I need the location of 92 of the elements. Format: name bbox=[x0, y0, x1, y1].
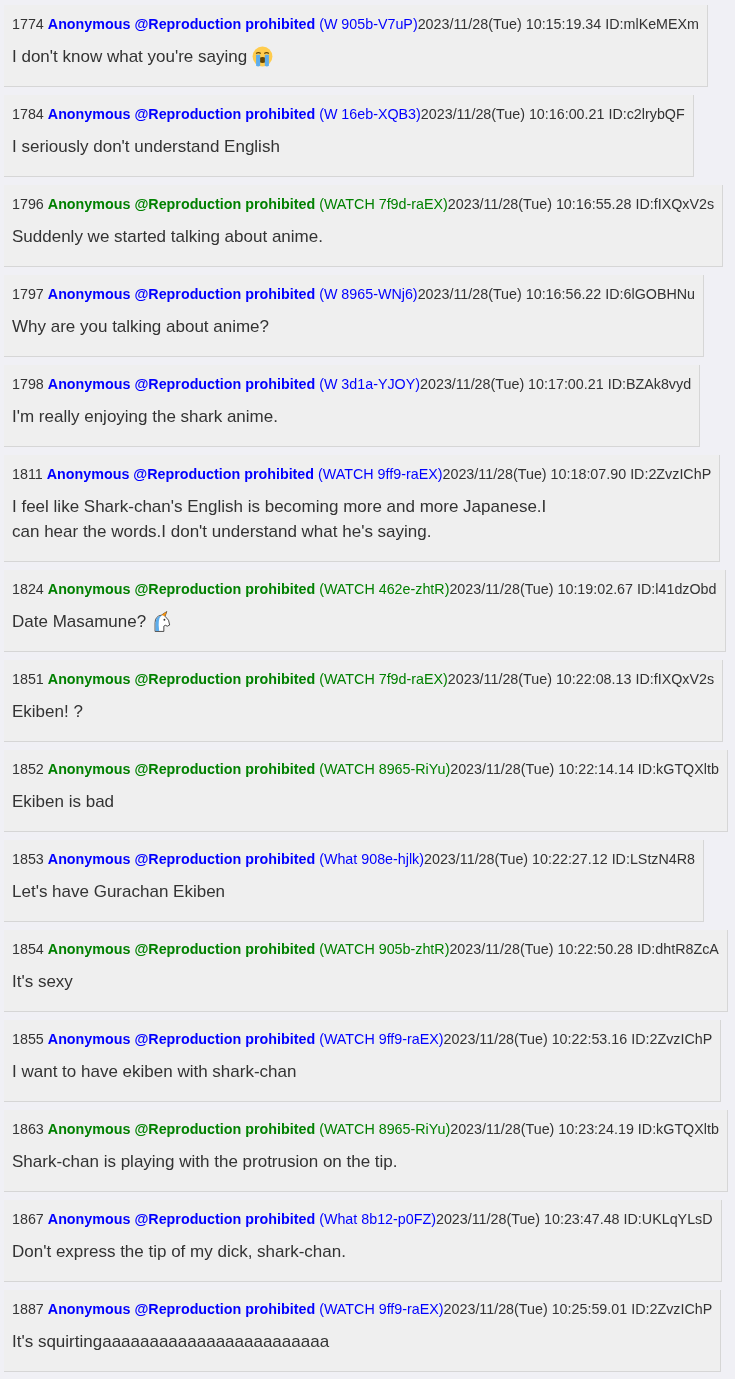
post-number: 1784 bbox=[12, 105, 44, 123]
poster-id: ID:LStzN4R8 bbox=[611, 850, 696, 868]
poster-name: Anonymous @Reproduction prohibited bbox=[47, 105, 316, 123]
poster-tag: (WATCH 7f9d-raEX) bbox=[319, 195, 448, 213]
poster-id: ID:mlKeMEXm bbox=[605, 15, 699, 33]
poster-id: ID:BZAk8vyd bbox=[607, 375, 692, 393]
poster-id: ID:6lGOBHNu bbox=[605, 285, 696, 303]
post-text: It's sexy bbox=[12, 971, 73, 993]
poster-tag: (W 8965-WNj6) bbox=[319, 285, 418, 303]
post-number: 1855 bbox=[12, 1030, 44, 1048]
post-date: 2023/11/28(Tue) 10:22:08.13 bbox=[447, 670, 632, 688]
post-number: 1854 bbox=[12, 940, 44, 958]
post-text: Shark-chan is playing with the protrusion on the tip. bbox=[12, 1151, 398, 1173]
post-text: Date Masamune? bbox=[12, 611, 147, 633]
poster-id: ID:c2lrybQF bbox=[608, 105, 685, 123]
poster-tag: (WATCH 9ff9-raEX) bbox=[318, 465, 443, 483]
post-text: Ekiben! ? bbox=[12, 701, 83, 723]
post-number: 1811 bbox=[12, 465, 43, 483]
post-text: I seriously don't understand English bbox=[12, 136, 280, 158]
poster-name: Anonymous @Reproduction prohibited bbox=[47, 1120, 316, 1138]
poster-name: Anonymous @Reproduction prohibited bbox=[47, 15, 316, 33]
post-number: 1852 bbox=[12, 760, 44, 778]
post-date: 2023/11/28(Tue) 10:23:47.48 bbox=[435, 1210, 620, 1228]
post-text: Why are you talking about anime? bbox=[12, 316, 270, 338]
poster-tag: (W 3d1a-YJOY) bbox=[319, 375, 421, 393]
poster-tag: (WATCH 8965-RiYu) bbox=[319, 1120, 451, 1138]
post-date: 2023/11/28(Tue) 10:22:14.14 bbox=[450, 760, 634, 778]
post-date: 2023/11/28(Tue) 10:16:56.22 bbox=[417, 285, 602, 303]
post-date: 2023/11/28(Tue) 10:23:24.19 bbox=[450, 1120, 634, 1138]
post-text: I don't know what you're saying bbox=[12, 46, 248, 68]
poster-tag: (W 905b-V7uP) bbox=[319, 15, 418, 33]
post-date: 2023/11/28(Tue) 10:16:00.21 bbox=[420, 105, 605, 123]
poster-name: Anonymous @Reproduction prohibited bbox=[47, 760, 316, 778]
post-number: 1797 bbox=[12, 285, 44, 303]
post-text: Don't express the tip of my dick, shark-chan. bbox=[12, 1241, 346, 1263]
unicorn-icon bbox=[151, 611, 173, 632]
poster-id: ID:kGTQXltb bbox=[637, 760, 719, 778]
post-number: 1887 bbox=[12, 1300, 44, 1318]
poster-tag: (WATCH 905b-zhtR) bbox=[319, 940, 450, 958]
post-text: Suddenly we started talking about anime. bbox=[12, 226, 323, 248]
poster-tag: (What 908e-hjlk) bbox=[319, 850, 424, 868]
post-number: 1851 bbox=[12, 670, 44, 688]
post-date: 2023/11/28(Tue) 10:22:50.28 bbox=[449, 940, 634, 958]
post-date: 2023/11/28(Tue) 10:18:07.90 bbox=[442, 465, 627, 483]
crying-face-icon bbox=[252, 46, 274, 67]
poster-name: Anonymous @Reproduction prohibited bbox=[47, 195, 316, 213]
post-number: 1867 bbox=[12, 1210, 44, 1228]
poster-tag: (WATCH 8965-RiYu) bbox=[319, 760, 451, 778]
poster-name: Anonymous @Reproduction prohibited bbox=[47, 670, 316, 688]
poster-tag: (WATCH 9ff9-raEX) bbox=[319, 1030, 444, 1048]
poster-id: ID:UKLqYLsD bbox=[623, 1210, 713, 1228]
poster-tag: (W 16eb-XQB3) bbox=[319, 105, 421, 123]
poster-name: Anonymous @Reproduction prohibited bbox=[46, 465, 315, 483]
poster-id: ID:2ZvzIChP bbox=[631, 1030, 713, 1048]
post-number: 1798 bbox=[12, 375, 44, 393]
poster-name: Anonymous @Reproduction prohibited bbox=[47, 1210, 316, 1228]
post-text: I feel like Shark-chan's English is becoming more and more Japanese.I can hear the words.I don't understand what he's saying. bbox=[12, 496, 547, 543]
post-date: 2023/11/28(Tue) 10:15:19.34 bbox=[417, 15, 602, 33]
poster-name: Anonymous @Reproduction prohibited bbox=[47, 285, 316, 303]
poster-name: Anonymous @Reproduction prohibited bbox=[47, 940, 316, 958]
poster-id: ID:2ZvzIChP bbox=[630, 465, 712, 483]
poster-tag: (WATCH 7f9d-raEX) bbox=[319, 670, 448, 688]
poster-tag: (What 8b12-p0FZ) bbox=[319, 1210, 436, 1228]
post-number: 1853 bbox=[12, 850, 44, 868]
post-text: I'm really enjoying the shark anime. bbox=[12, 406, 278, 428]
poster-tag: (WATCH 9ff9-raEX) bbox=[319, 1300, 444, 1318]
poster-name: Anonymous @Reproduction prohibited bbox=[47, 1300, 316, 1318]
post-date: 2023/11/28(Tue) 10:19:02.67 bbox=[449, 580, 634, 598]
poster-name: Anonymous @Reproduction prohibited bbox=[47, 580, 316, 598]
poster-id: ID:kGTQXltb bbox=[637, 1120, 719, 1138]
post-number: 1863 bbox=[12, 1120, 44, 1138]
post-text: I want to have ekiben with shark-chan bbox=[12, 1061, 297, 1083]
poster-id: ID:2ZvzIChP bbox=[631, 1300, 713, 1318]
post-text: Let's have Gurachan Ekiben bbox=[12, 881, 226, 903]
post-date: 2023/11/28(Tue) 10:16:55.28 bbox=[447, 195, 632, 213]
post-date: 2023/11/28(Tue) 10:22:53.16 bbox=[443, 1030, 628, 1048]
post-text: Ekiben is bad bbox=[12, 791, 115, 813]
post-date: 2023/11/28(Tue) 10:25:59.01 bbox=[443, 1300, 628, 1318]
poster-id: ID:dhtR8ZcA bbox=[637, 940, 719, 958]
poster-id: ID:fIXQxV2s bbox=[635, 670, 715, 688]
post-date: 2023/11/28(Tue) 10:22:27.12 bbox=[424, 850, 608, 868]
post-text: It's squirtingaaaaaaaaaaaaaaaaaaaaaaaa bbox=[12, 1331, 330, 1353]
post-number: 1774 bbox=[12, 15, 44, 33]
poster-name: Anonymous @Reproduction prohibited bbox=[47, 850, 316, 868]
post-number: 1824 bbox=[12, 580, 44, 598]
poster-id: ID:l41dzObd bbox=[637, 580, 717, 598]
poster-name: Anonymous @Reproduction prohibited bbox=[47, 1030, 316, 1048]
post-number: 1796 bbox=[12, 195, 44, 213]
poster-id: ID:fIXQxV2s bbox=[635, 195, 715, 213]
poster-tag: (WATCH 462e-zhtR) bbox=[319, 580, 450, 598]
poster-name: Anonymous @Reproduction prohibited bbox=[47, 375, 316, 393]
post-date: 2023/11/28(Tue) 10:17:00.21 bbox=[420, 375, 604, 393]
